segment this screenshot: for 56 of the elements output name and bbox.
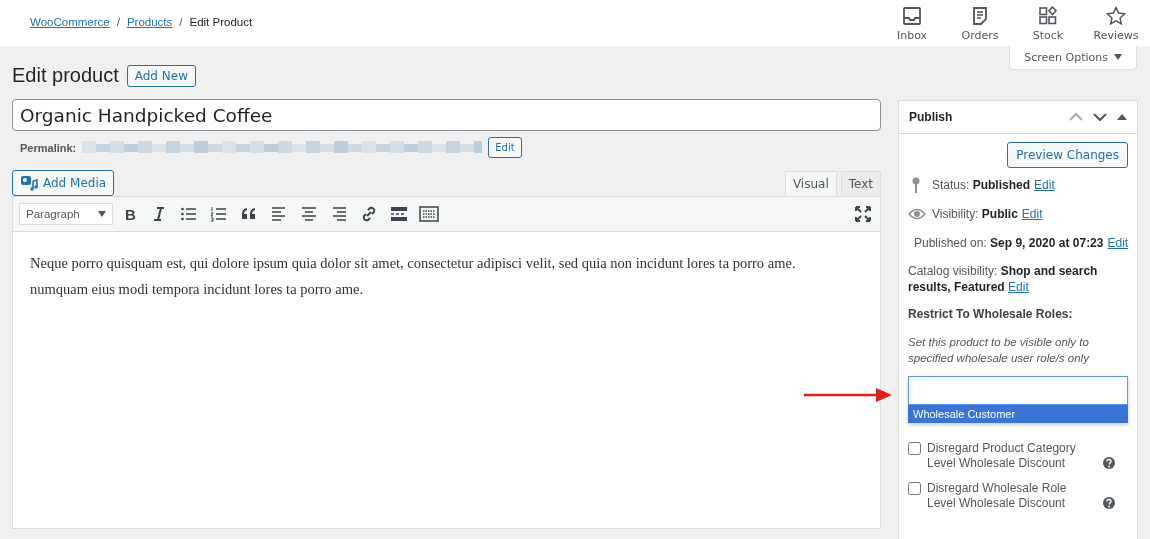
- add-new-button[interactable]: Add New: [126, 64, 196, 87]
- checkbox[interactable]: [908, 442, 921, 455]
- breadcrumb-current: Edit Product: [189, 16, 253, 28]
- panel-title: Publish: [909, 110, 953, 124]
- header-action-button[interactable]: Orders: [946, 0, 1014, 42]
- collapse-icon[interactable]: [1117, 114, 1127, 120]
- breadcrumb-separator: /: [116, 16, 120, 28]
- meta-text: Status: Published: [932, 178, 1031, 192]
- toolbar-button[interactable]: [852, 204, 874, 224]
- format-dropdown[interactable]: Paragraph: [19, 203, 113, 225]
- add-media-button[interactable]: Add Media: [12, 170, 115, 196]
- paragraph: Neque porro quisquam est, qui dolore ipsum quia dolor sit amet, consectetur adipisci velit, sed quia non incidunt lores ta porro ame.: [30, 254, 797, 273]
- document-icon: [970, 6, 990, 26]
- editor-tab[interactable]: Text: [840, 171, 881, 196]
- edit-link[interactable]: Edit: [1021, 207, 1043, 221]
- fullscreen-icon: [855, 206, 871, 222]
- checkbox-label: Disregard Product Category Level Wholesale Discount: [927, 441, 1077, 471]
- breadcrumb-separator: /: [179, 16, 183, 28]
- breadcrumb-link[interactable]: Products: [126, 16, 173, 28]
- title-field[interactable]: Organic Handpicked Coffee: [12, 99, 881, 131]
- role-search-field[interactable]: [908, 376, 1128, 405]
- edit-link[interactable]: Edit: [1034, 178, 1055, 192]
- media-icon: [20, 175, 38, 191]
- checkbox[interactable]: [908, 482, 921, 495]
- help-icon: [1103, 457, 1115, 469]
- read-more-icon: [388, 204, 409, 224]
- meta-text: Published on: Sep 9, 2020 at 07:23: [914, 236, 1104, 250]
- screen-options-button[interactable]: Screen Options: [1009, 46, 1137, 70]
- move-down-icon[interactable]: [1093, 112, 1107, 122]
- dropdown-option[interactable]: Wholesale Customer: [908, 405, 1128, 423]
- inbox-icon: [902, 6, 922, 26]
- breadcrumb-link[interactable]: WooCommerce: [30, 16, 110, 28]
- paragraph: numquam eius modi tempora incidunt lores ta porro ame.: [30, 280, 365, 299]
- preview-changes-button[interactable]: Preview Changes: [1007, 142, 1128, 168]
- header-action-button[interactable]: Stock: [1014, 0, 1082, 42]
- header-action-button[interactable]: Inbox: [878, 0, 946, 42]
- caret-icon: [98, 211, 106, 217]
- catalog-visibility-text: Catalog visibility: Shop and search results, Featured Edit: [908, 263, 1099, 295]
- checkbox-label: Disregard Wholesale Role Level Wholesale Discount: [927, 481, 1068, 511]
- caret-icon: [1114, 54, 1122, 60]
- edit-link[interactable]: Edit: [1107, 236, 1129, 250]
- help-text: Set this product to be visible only to specified wholesale user role/s only: [908, 335, 1091, 366]
- header-action-button[interactable]: Reviews: [1082, 0, 1150, 42]
- editor-tab[interactable]: Visual: [784, 171, 837, 196]
- page-title: Edit product: [12, 64, 119, 87]
- numbered-list-icon: [208, 204, 229, 224]
- edit-permalink-button[interactable]: Edit: [488, 137, 522, 158]
- bold-button[interactable]: B: [119, 203, 142, 225]
- help-icon: [1103, 497, 1115, 509]
- permalink-label: Permalink:: [20, 141, 77, 154]
- section-heading: Restrict To Wholesale Roles:: [908, 307, 1074, 321]
- keyboard-icon: [418, 204, 439, 224]
- star-icon: [1106, 6, 1126, 26]
- meta-text: Visibility: Public: [932, 207, 1018, 221]
- edit-link[interactable]: Edit: [1008, 280, 1029, 294]
- blocks-icon: [1038, 6, 1058, 26]
